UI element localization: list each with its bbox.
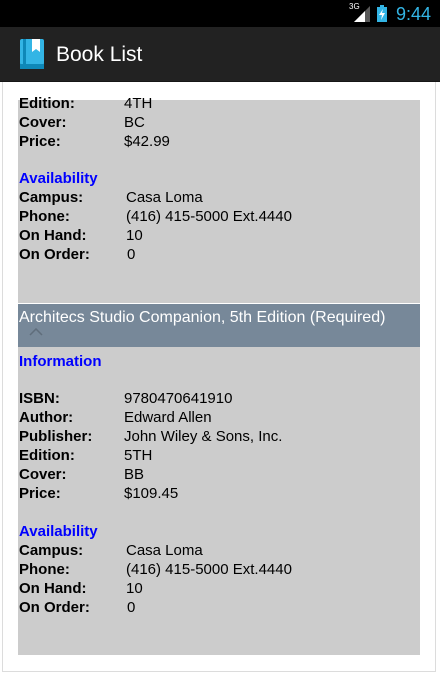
- information-heading: Information: [19, 353, 102, 370]
- price-value: $109.45: [124, 485, 179, 502]
- book-list[interactable]: Edition: 4TH Cover: BC Price: $42.99 Ava…: [0, 82, 440, 674]
- publisher-value: John Wiley & Sons, Inc.: [124, 428, 283, 445]
- page-title: Book List: [56, 43, 143, 66]
- edition-value: 4TH: [124, 95, 153, 112]
- status-clock: 9:44: [396, 4, 432, 24]
- edition-value: 5TH: [124, 447, 153, 464]
- phone-value: (416) 415-5000 Ext.4440: [126, 208, 292, 225]
- isbn-label: ISBN:: [19, 390, 60, 407]
- edition-label: Edition:: [19, 95, 75, 112]
- price-label: Price:: [19, 485, 61, 502]
- phone-value: (416) 415-5000 Ext.4440: [126, 561, 292, 578]
- on-hand-label: On Hand:: [19, 227, 87, 244]
- publisher-label: Publisher:: [19, 428, 93, 445]
- on-hand-value: 10: [126, 227, 143, 244]
- on-order-value: 0: [127, 599, 136, 616]
- cover-value: BB: [124, 466, 145, 483]
- campus-value: Casa Loma: [126, 542, 203, 559]
- phone-label: Phone:: [19, 208, 70, 225]
- book-group-header[interactable]: Architecs Studio Companion, 5th Edition …: [18, 304, 420, 348]
- cover-label: Cover:: [19, 466, 67, 483]
- signal-strength-icon: [354, 6, 370, 22]
- on-hand-value: 10: [126, 580, 143, 597]
- chevron-up-icon: [29, 328, 43, 336]
- availability-heading: Availability: [19, 523, 98, 540]
- availability-heading: Availability: [19, 170, 98, 187]
- author-value: Edward Allen: [124, 409, 212, 426]
- phone-label: Phone:: [19, 561, 70, 578]
- on-hand-label: On Hand:: [19, 580, 87, 597]
- on-order-label: On Order:: [19, 599, 90, 616]
- campus-value: Casa Loma: [126, 189, 203, 206]
- price-label: Price:: [19, 133, 61, 150]
- status-bar: 3G 9:44: [0, 0, 440, 27]
- author-label: Author:: [19, 409, 74, 426]
- book-title: Architecs Studio Companion, 5th Edition …: [19, 309, 386, 326]
- edition-label: Edition:: [19, 447, 75, 464]
- battery-charging-icon: [377, 5, 387, 22]
- cover-value: BC: [124, 114, 145, 131]
- campus-label: Campus:: [19, 189, 84, 206]
- book-list-icon[interactable]: [20, 39, 44, 69]
- on-order-label: On Order:: [19, 246, 90, 263]
- campus-label: Campus:: [19, 542, 84, 559]
- cover-label: Cover:: [19, 114, 67, 131]
- price-value: $42.99: [124, 133, 170, 150]
- isbn-value: 9780470641910: [124, 390, 233, 407]
- on-order-value: 0: [127, 246, 136, 263]
- action-bar: Book List: [0, 27, 440, 82]
